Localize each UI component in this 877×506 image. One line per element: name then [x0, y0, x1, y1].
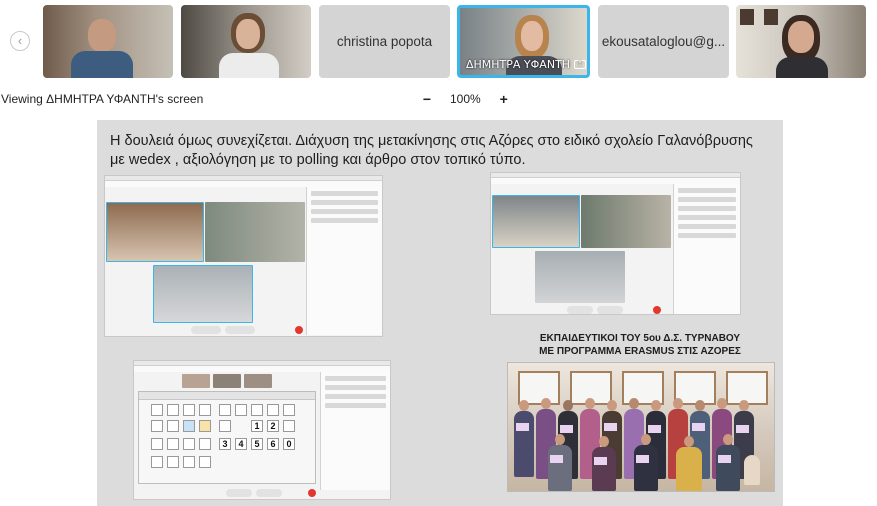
- board-cell: 3: [219, 438, 231, 450]
- board-cell: 0: [283, 438, 295, 450]
- group-photo: [507, 362, 775, 492]
- board-cell: [167, 456, 179, 468]
- zoom-controls: − 100% +: [420, 91, 511, 107]
- zoom-level: 100%: [450, 92, 481, 106]
- mini-video: [153, 265, 253, 323]
- board-cell: [167, 438, 179, 450]
- shared-screen[interactable]: Η δουλειά όμως συνεχίζεται. Διάχυση της …: [97, 120, 783, 506]
- participant-body: [71, 51, 133, 78]
- participant-name: christina popota: [336, 34, 433, 49]
- chevron-left-icon[interactable]: ‹: [10, 31, 30, 51]
- board-cell: [199, 420, 211, 432]
- board-cell: [219, 420, 231, 432]
- caption-line-1: ΕΚΠΑΙΔΕΥΤΙΚΟΙ ΤΟΥ 5ου Δ.Σ. ΤΥΡΝΑΒΟΥ: [539, 333, 741, 344]
- board-cell: [183, 404, 195, 416]
- participant-tile-active[interactable]: ΔΗΜΗΤΡΑ ΥΦΑΝΤΗ ↑: [457, 5, 590, 78]
- participant-body: [219, 53, 279, 78]
- board-cell: 1: [251, 420, 263, 432]
- mini-video: [213, 374, 241, 388]
- board-cell: 2: [267, 420, 279, 432]
- board-cell: [235, 404, 247, 416]
- participant-body: [776, 57, 828, 78]
- viewing-status: Viewing ΔΗΜΗΤΡΑ ΥΦΑΝΤΗ's screen: [1, 92, 204, 106]
- board-cell: [151, 438, 163, 450]
- mini-video: [535, 251, 625, 303]
- board-cell: [199, 404, 211, 416]
- participant-tile-2[interactable]: [181, 5, 311, 78]
- mini-video: [581, 195, 671, 248]
- board-cell: [251, 404, 263, 416]
- participant-name: ekousataloglou@g...: [601, 34, 726, 49]
- board-cell: [283, 404, 295, 416]
- photo-caption: ΕΚΠΑΙΔΕΥΤΙΚΟΙ ΤΟΥ 5ου Δ.Σ. ΤΥΡΝΑΒΟΥ ΜΕ Π…: [505, 332, 775, 358]
- participant-tile-5[interactable]: ekousataloglou@g...: [598, 5, 729, 78]
- end-call-icon: [308, 489, 316, 497]
- mini-video: [492, 195, 580, 248]
- board-cell: [267, 404, 279, 416]
- mini-video: [244, 374, 272, 388]
- zoom-in-button[interactable]: +: [497, 91, 511, 107]
- board-cell: [151, 404, 163, 416]
- board-cell: [199, 456, 211, 468]
- board-cell: [219, 404, 231, 416]
- participant-face: [88, 19, 116, 52]
- mini-participants-panel: [306, 187, 382, 335]
- participant-face: [236, 19, 260, 49]
- wall-picture: [764, 9, 778, 25]
- board-cell: [151, 456, 163, 468]
- board-cell: [167, 420, 179, 432]
- slide-screenshot-meeting-1: [104, 175, 383, 337]
- end-call-icon: [295, 326, 303, 334]
- participant-label: ΔΗΜΗΤΡΑ ΥΦΑΝΤΗ ↑: [466, 58, 587, 71]
- zoom-out-button[interactable]: −: [420, 91, 434, 107]
- wall-picture: [740, 9, 754, 25]
- mini-participants-panel: [320, 372, 390, 490]
- mini-video: [182, 374, 210, 388]
- board-cell: [183, 456, 195, 468]
- mini-video: [106, 202, 204, 262]
- caption-line-2: ΜΕ ΠΡΟΓΡΑΜΜΑ ERASMUS ΣΤΙΣ ΑΖΟΡΕΣ: [539, 346, 741, 357]
- board-cell: 5: [251, 438, 263, 450]
- participant-tile-3[interactable]: christina popota: [319, 5, 450, 78]
- board-cell: [151, 420, 163, 432]
- participant-face: [521, 21, 543, 51]
- mini-polling-panel: [673, 184, 740, 314]
- communication-board: 1 2 3 4 5 6 0: [138, 391, 316, 484]
- board-cell: 6: [267, 438, 279, 450]
- participant-name: ΔΗΜΗΤΡΑ ΥΦΑΝΤΗ: [466, 58, 571, 71]
- participant-face: [788, 21, 814, 53]
- participant-tile-1[interactable]: [43, 5, 173, 78]
- board-cell: [199, 438, 211, 450]
- board-cell: 4: [235, 438, 247, 450]
- board-cell: [283, 420, 295, 432]
- board-cell: [167, 404, 179, 416]
- board-cell: [183, 420, 195, 432]
- slide-title: Η δουλειά όμως συνεχίζεται. Διάχυση της …: [110, 133, 753, 168]
- end-call-icon: [653, 306, 661, 314]
- participant-tile-6[interactable]: [736, 5, 866, 78]
- screen-share-icon: ↑: [574, 60, 587, 69]
- slide-screenshot-meeting-3: 1 2 3 4 5 6 0: [133, 360, 391, 500]
- mini-video: [205, 202, 305, 262]
- meeting-window: ‹ christina popota ΔΗΜΗΤΡΑ ΥΦΑΝΤΗ ↑ ekou…: [0, 0, 877, 506]
- slide-screenshot-meeting-2: [490, 172, 741, 315]
- board-cell: [183, 438, 195, 450]
